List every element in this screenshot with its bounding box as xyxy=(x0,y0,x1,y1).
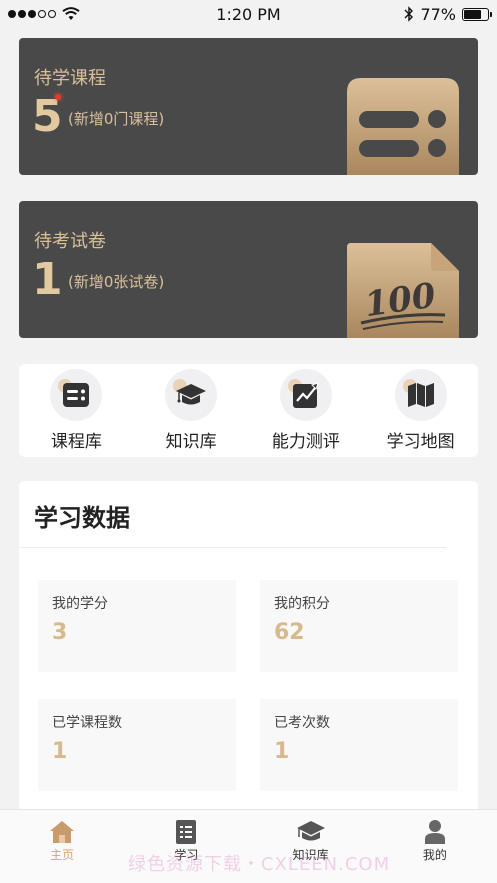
quick-nav-label: 能力测评 xyxy=(271,432,340,452)
tab-home[interactable]: 主页 xyxy=(22,820,102,863)
graduation-cap-icon xyxy=(296,821,325,841)
stat-courses-studied[interactable]: 已学课程数 1 xyxy=(38,699,236,791)
quick-nav-label: 知识库 xyxy=(165,432,217,452)
battery-percent: 77% xyxy=(420,4,456,24)
quick-nav: 课程库 知识库 能力测评 学习地图 xyxy=(19,364,478,457)
bluetooth-icon xyxy=(404,6,414,22)
stat-points[interactable]: 我的积分 62 xyxy=(260,580,458,672)
tab-label: 知识库 xyxy=(292,848,329,862)
battery-icon xyxy=(462,7,492,21)
graduation-cap-icon xyxy=(165,369,218,421)
home-icon xyxy=(50,821,75,843)
bottom-tab-bar: 主页 学习 知识库 我的 xyxy=(0,809,497,883)
quick-nav-course-library[interactable]: 课程库 xyxy=(21,369,131,452)
quick-nav-knowledge-base[interactable]: 知识库 xyxy=(136,369,246,452)
stat-value: 62 xyxy=(274,620,305,645)
pending-courses-note: (新增0门课程) xyxy=(68,110,165,128)
learning-data-title: 学习数据 xyxy=(34,504,130,532)
trend-chart-icon xyxy=(279,369,332,421)
stat-value: 1 xyxy=(274,739,290,764)
pending-exams-note: (新增0张试卷) xyxy=(68,273,165,291)
pending-courses-card[interactable]: 待学课程 5 (新增0门课程) xyxy=(19,38,478,175)
tab-label: 主页 xyxy=(50,848,75,862)
person-icon xyxy=(424,820,445,844)
notification-dot xyxy=(55,94,61,100)
stat-label: 已考次数 xyxy=(274,715,330,731)
stat-label: 我的学分 xyxy=(52,596,108,612)
stat-value: 3 xyxy=(52,620,68,645)
tab-study[interactable]: 学习 xyxy=(146,820,226,863)
stat-label: 我的积分 xyxy=(274,596,330,612)
stat-exams-taken[interactable]: 已考次数 1 xyxy=(260,699,458,791)
quick-nav-assessment[interactable]: 能力测评 xyxy=(251,369,361,452)
status-right: 77% xyxy=(404,4,492,24)
tab-knowledge-base[interactable]: 知识库 xyxy=(271,820,351,863)
learning-data-panel: 学习数据 我的学分 3 我的积分 62 已学课程数 1 已考次数 1 xyxy=(19,481,478,821)
pending-courses-title: 待学课程 xyxy=(34,68,106,89)
quick-nav-learning-map[interactable]: 学习地图 xyxy=(366,369,476,452)
exam-paper-icon: 100 xyxy=(347,243,459,338)
status-bar: 1:20 PM 77% xyxy=(0,0,497,28)
course-card-icon xyxy=(347,78,459,175)
tab-label: 学习 xyxy=(174,848,199,862)
stat-label: 已学课程数 xyxy=(52,715,122,731)
map-icon xyxy=(394,369,447,421)
tab-label: 我的 xyxy=(422,848,447,862)
study-book-icon xyxy=(176,820,197,844)
divider xyxy=(19,547,446,548)
quick-nav-label: 课程库 xyxy=(50,432,102,452)
stat-credits[interactable]: 我的学分 3 xyxy=(38,580,236,672)
pending-exams-title: 待考试卷 xyxy=(34,231,106,252)
stat-value: 1 xyxy=(52,739,68,764)
pending-exams-count: 1 xyxy=(32,254,63,305)
course-library-icon xyxy=(50,369,103,421)
tab-profile[interactable]: 我的 xyxy=(395,820,475,863)
quick-nav-label: 学习地图 xyxy=(386,432,455,452)
pending-exams-card[interactable]: 待考试卷 1 (新增0张试卷) 100 xyxy=(19,201,478,338)
battery-fill xyxy=(464,9,481,19)
